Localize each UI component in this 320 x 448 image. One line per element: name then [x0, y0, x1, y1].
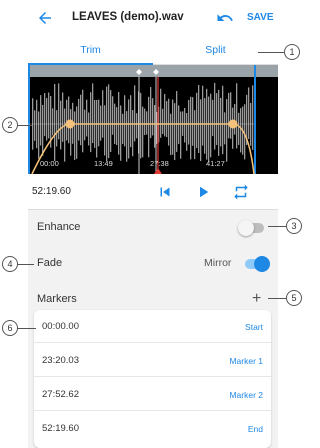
enhance-row: Enhance — [28, 210, 278, 246]
fade-row: Fade Mirror — [28, 246, 278, 282]
time-tick-3: 41:27 — [206, 159, 225, 168]
marker-row[interactable]: 52:19.60 End — [34, 412, 271, 445]
callout-line-5 — [268, 298, 286, 299]
skip-to-start-icon[interactable] — [156, 183, 174, 201]
top-bar: LEAVES (demo).wav SAVE — [28, 0, 278, 37]
mirror-toggle-knob — [254, 256, 270, 272]
marker-row[interactable]: 27:52.62 Marker 2 — [34, 378, 271, 411]
marker-time[interactable]: 00:00.00 — [42, 321, 79, 332]
callout-2: 2 — [2, 117, 18, 133]
callout-line-2 — [18, 125, 32, 126]
undo-icon[interactable] — [216, 9, 234, 27]
play-icon[interactable] — [194, 183, 212, 201]
save-button[interactable]: SAVE — [247, 12, 274, 23]
enhance-toggle[interactable] — [238, 220, 264, 236]
marker-time[interactable]: 23:20.03 — [42, 355, 79, 366]
callout-line-1 — [258, 52, 284, 53]
marker-time[interactable]: 27:52.62 — [42, 389, 79, 400]
app-screen: LEAVES (demo).wav SAVE Trim Split 00:00 … — [28, 0, 278, 448]
enhance-label: Enhance — [37, 221, 81, 233]
waveform-editor[interactable]: 00:00 13:49 27:38 41:27 — [28, 65, 278, 175]
time-tick-1: 13:49 — [94, 159, 113, 168]
right-trim-edge[interactable] — [254, 65, 256, 174]
add-marker-icon[interactable]: + — [252, 290, 261, 308]
left-trim-edge[interactable] — [28, 65, 30, 174]
marker-row[interactable]: 23:20.03 Marker 1 — [34, 344, 271, 377]
playback-controls: 52:19.60 — [28, 174, 278, 210]
callout-1: 1 — [284, 44, 300, 60]
tab-split[interactable]: Split — [153, 37, 278, 65]
callout-3: 3 — [286, 218, 302, 234]
current-time: 52:19.60 — [32, 186, 71, 197]
back-arrow-icon[interactable] — [36, 9, 54, 27]
markers-title: Markers — [37, 293, 77, 305]
fade-out-handle[interactable] — [228, 119, 238, 129]
markers-list: 00:00.00 Start 23:20.03 Marker 1 27:52.6… — [34, 310, 271, 448]
tab-bar: Trim Split — [28, 37, 278, 65]
trim-range-bar — [28, 65, 278, 77]
fade-in-handle[interactable] — [65, 119, 75, 129]
mirror-label: Mirror — [204, 257, 232, 269]
enhance-toggle-knob — [238, 220, 254, 236]
marker-time[interactable]: 52:19.60 — [42, 423, 79, 434]
callout-line-6 — [18, 328, 36, 329]
callout-5: 5 — [286, 290, 302, 306]
mirror-toggle[interactable] — [245, 256, 270, 272]
repeat-icon[interactable] — [232, 183, 250, 201]
marker-row[interactable]: 00:00.00 Start — [34, 310, 271, 343]
marker-label[interactable]: Start — [245, 322, 263, 332]
time-tick-2: 27:38 — [150, 159, 169, 168]
callout-line-4 — [18, 264, 34, 265]
tab-trim[interactable]: Trim — [28, 37, 153, 65]
marker-label[interactable]: Marker 2 — [229, 390, 263, 400]
callout-4: 4 — [2, 256, 18, 272]
waveform-bars — [32, 82, 254, 162]
callout-6: 6 — [2, 320, 18, 336]
callout-line-3 — [268, 226, 286, 227]
marker-label[interactable]: End — [248, 424, 263, 434]
time-tick-0: 00:00 — [40, 159, 59, 168]
fade-label: Fade — [37, 257, 63, 269]
marker-label[interactable]: Marker 1 — [229, 356, 263, 366]
file-title: LEAVES (demo).wav — [72, 11, 184, 23]
